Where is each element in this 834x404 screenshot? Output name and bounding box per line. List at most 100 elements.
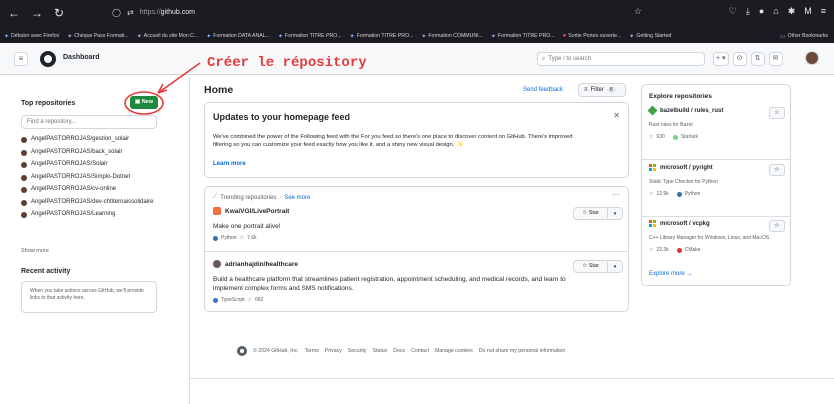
other-bookmarks[interactable]: ▭ Other Bookmarks [780,33,828,40]
page-title[interactable]: Dashboard [63,54,100,61]
repo-name-text[interactable]: bazelbuild / rules_rust [660,108,723,114]
url-host: github.com [160,9,195,16]
gmail-icon[interactable]: M [804,6,812,17]
repo-name-text[interactable]: adrianhajdin/healthcare [225,261,298,268]
repo-list-item[interactable]: AngelPASTORROJAS/Learning [21,211,171,219]
repo-list-item[interactable]: AngelPASTORROJAS/dev-chtiternaissolidair… [21,199,171,207]
language-label: Python [221,235,237,241]
footer-link[interactable]: Contact [411,348,429,354]
footer-link[interactable]: Do not share my personal information [479,348,566,354]
repo-link[interactable]: AngelPASTORROJAS/Learning [31,211,116,219]
repo-list-item[interactable]: AngelPASTORROJAS/Solair [21,161,171,169]
forward-icon[interactable]: → [31,6,43,20]
star-button[interactable]: ☆ Star ▾ [573,207,623,220]
see-more-link[interactable]: See more [284,195,310,201]
pull-requests-icon[interactable]: ⇅ [750,52,765,66]
repo-name-text[interactable]: KwaiVGI/LivePortrait [225,208,289,215]
more-options-icon[interactable]: ··· [612,190,620,199]
create-new-button[interactable]: + ▾ [713,52,729,66]
bookmark-label: Accueil du site Mon C... [143,33,199,39]
bookmark-item[interactable]: ✦ Débuter avec Firefox [4,33,59,40]
repo-link[interactable]: AngelPASTORROJAS/Simplo-Dotnet [31,174,130,182]
repo-owner-avatar [21,174,27,181]
hamburger-menu-icon[interactable]: ≡ [14,52,28,66]
account-icon[interactable]: ● [759,6,764,17]
chevron-down-icon[interactable]: ▾ [608,211,622,217]
bookmark-item[interactable]: ✦ Formation DATA ANAL... [206,33,270,40]
close-icon[interactable]: ✕ [613,111,620,120]
separator-dot: · [279,194,282,201]
footer-link[interactable]: Status [373,348,388,354]
repo-list-item[interactable]: AngelPASTORROJAS/cv-online [21,186,171,194]
repo-link[interactable]: AngelPASTORROJAS/gestion_solair [31,136,129,144]
divider [642,216,790,217]
trending-repo-meta: TypeScript ☆ 682 [213,297,623,303]
trending-repo-name[interactable]: adrianhajdin/healthcare [213,260,623,268]
repo-link[interactable]: AngelPASTORROJAS/Solair [31,161,107,169]
find-repository-input[interactable]: Find a repository... [21,115,157,129]
star-button-main[interactable]: ☆ Star [574,208,608,219]
explore-repo-name[interactable]: microsoft / pyright [649,164,785,171]
github-logo-icon[interactable] [40,51,56,67]
explore-repo-description: Static Type Checker for Python [649,179,718,185]
filter-icon: ≡ [584,87,588,93]
download-icon[interactable]: ⤓ [746,6,750,17]
learn-more-link[interactable]: Learn more [213,161,246,167]
chevron-down-icon[interactable]: ▾ [608,264,622,270]
star-button-main[interactable]: ☆ Star [574,261,608,272]
footer-link[interactable]: Docs [393,348,405,354]
reload-icon[interactable]: ↻ [54,6,64,20]
menu-icon[interactable]: ≡ [821,6,826,17]
explore-repo-name[interactable]: bazelbuild / rules_rust [647,105,785,116]
explore-repo-name[interactable]: microsoft / vcpkg [649,220,785,227]
repo-list-item[interactable]: AngelPASTORROJAS/Simplo-Dotnet [21,174,171,182]
avatar[interactable] [805,51,819,65]
send-feedback-link[interactable]: Send feedback [523,87,563,93]
footer-link[interactable]: Manage cookies [435,348,473,354]
repo-name-text[interactable]: microsoft / pyright [660,165,713,171]
star-count: 22.3k [656,247,669,253]
repo-link[interactable]: AngelPASTORROJAS/back_solair [31,149,122,157]
repo-list-item[interactable]: AngelPASTORROJAS/gestion_solair [21,136,171,144]
language-dot [213,297,218,303]
divider [190,378,834,379]
bookmark-star-icon[interactable]: ☆ [634,6,642,17]
url-bar[interactable]: ◯ ⇄ https://github.com ☆ [112,5,652,20]
footer-link[interactable]: Security [348,348,367,354]
repo-owner-avatar [213,207,221,215]
bookmark-item[interactable]: ✦ Formation COMMUNI... [421,33,483,40]
filter-count-badge: 8 [606,87,616,93]
pocket-icon[interactable]: ♡ [729,6,737,17]
bookmark-label: Sortie Portes ouverte... [568,33,622,39]
bookmark-item[interactable]: ● Sortie Portes ouverte... [563,33,622,39]
repo-name-text[interactable]: microsoft / vcpkg [660,221,710,227]
microsoft-logo-icon [649,164,656,171]
bookmark-item[interactable]: ✦ Chèque Pass Formati... [67,33,129,40]
repo-list-item[interactable]: AngelPASTORROJAS/back_solair [21,149,171,157]
repo-link[interactable]: AngelPASTORROJAS/dev-chtiternaissolidair… [31,199,154,207]
back-icon[interactable]: ← [8,6,20,20]
search-input[interactable]: ⌕ Type / to search [537,52,705,66]
star-button[interactable]: ☆ [769,220,785,232]
footer-link[interactable]: Terms [305,348,319,354]
show-more-link[interactable]: Show more [21,248,49,254]
star-button[interactable]: ☆ [769,164,785,176]
bookmark-item[interactable]: ✦ Accueil du site Mon C... [137,33,199,40]
issues-icon[interactable]: ⊙ [732,52,747,66]
footer-link[interactable]: Privacy [325,348,342,354]
extension-badge-icon[interactable]: ✱ [788,6,796,17]
explore-more-link[interactable]: Explore more → [649,271,692,277]
star-button[interactable]: ☆ [769,107,785,119]
star-icon: ☆ [239,235,245,241]
repo-link[interactable]: AngelPASTORROJAS/cv-online [31,186,116,194]
bookmark-item[interactable]: ✦ Formation TITRE PRO... [350,33,414,40]
new-repository-button[interactable]: ▣ New [130,96,158,109]
star-button[interactable]: ☆ Star ▾ [573,260,623,273]
extensions-icon[interactable]: ⌂ [773,6,778,17]
bookmark-item[interactable]: ✦ Formation TITRE PRO... [278,33,342,40]
filter-button[interactable]: ≡ Filter 8 [578,83,626,97]
inbox-icon[interactable]: ✉ [768,52,783,66]
bookmark-item[interactable]: ✦ Getting Started [629,33,671,40]
trending-repo-name[interactable]: KwaiVGI/LivePortrait [213,207,623,215]
bookmark-item[interactable]: ✦ Formation TITRE PRO... [491,33,555,40]
